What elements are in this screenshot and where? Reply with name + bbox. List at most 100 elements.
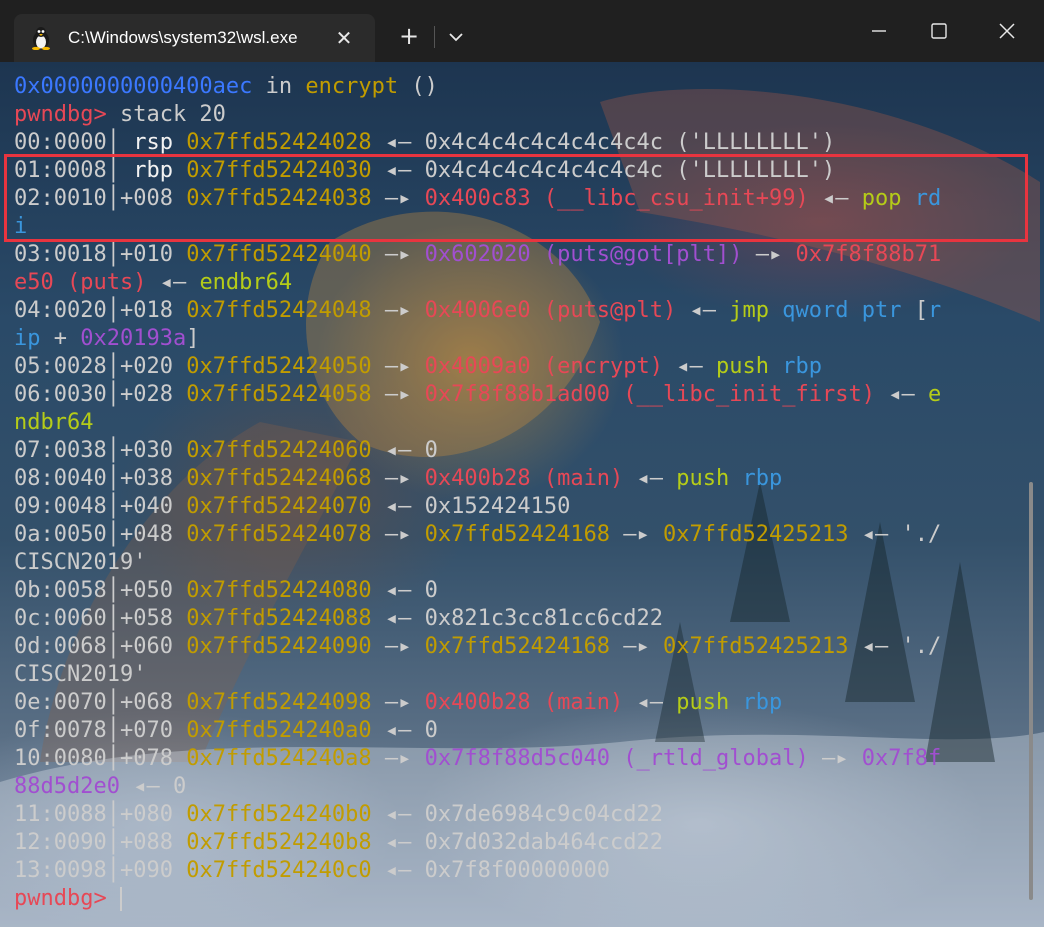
terminal-text-segment: │ [106,606,120,631]
terminal-text-segment: ip [14,326,41,351]
terminal-text-segment: stack 20 [106,102,226,127]
terminal-text-segment: │ [106,634,120,659]
terminal-text-segment: ◂— 0x7de6984c9c04cd22 [371,802,664,827]
terminal-content[interactable]: 0x0000000000400aec in encrypt () pwndbg> … [0,62,1044,927]
terminal-text-segment: 0x7ffd52424050 [186,354,372,379]
terminal-text-segment: —▸ [371,298,425,323]
terminal-text-segment: +058 [119,606,187,631]
terminal-line: 88d5d2e0 ◂— 0 [14,773,1014,801]
terminal-text-segment: ◂— 0 [119,774,187,799]
terminal-text-segment: 0f:0078 [14,718,107,743]
terminal-text-segment: —▸ [371,242,425,267]
terminal-text-segment: —▸ [371,382,425,407]
terminal-text-segment: 0x7ffd52424060 [186,438,372,463]
terminal-text-segment: 0c:0060 [14,606,107,631]
terminal-line: pwndbg> [14,885,1014,913]
terminal-text-segment: │ [106,298,120,323]
terminal-line: 03:0018│+010 0x7ffd52424040 —▸ 0x602020 … [14,241,1014,269]
terminal-text-segment: 0x7ffd52424078 [186,522,372,547]
terminal-text-segment: ndbr64 [14,410,94,435]
terminal-text-segment: pwndbg> [14,102,107,127]
terminal-text-segment: 0x400b28 (main) [424,466,624,491]
terminal-text-segment: +088 [119,830,187,855]
terminal-text-segment: 0x7ffd52424058 [186,382,372,407]
terminal-text-segment: +060 [119,634,187,659]
terminal-line: e50 (puts) ◂— endbr64 [14,269,1014,297]
terminal-text-segment: —▸ [371,746,425,771]
close-window-icon[interactable] [984,14,1030,48]
terminal-text-segment: │ [106,578,120,603]
terminal-text-segment: │ [106,466,120,491]
terminal-line: 04:0020│+018 0x7ffd52424048 —▸ 0x4006e0 … [14,297,1014,325]
terminal-text-segment: —▸ [371,634,425,659]
terminal-text-segment: +070 [119,718,187,743]
terminal-text-segment: 0x7ffd524240b8 [186,830,372,855]
minimize-icon[interactable] [856,14,902,48]
terminal-text-segment: 0x7ffd52424070 [186,494,372,519]
terminal-line: 13:0098│+090 0x7ffd524240c0 ◂— 0x7f8f000… [14,857,1014,885]
chevron-down-icon[interactable] [442,22,470,52]
terminal-text-segment: 0x7ffd52425213 [663,522,849,547]
terminal-text-segment: 0x7f8f [861,746,942,771]
terminal-line: 0b:0058│+050 0x7ffd52424080 ◂— 0 [14,577,1014,605]
terminal-line: ndbr64 [14,409,1014,437]
terminal-text-segment: 0x7ffd524240c0 [186,858,372,883]
terminal-text-segment: 0x7ffd52424068 [186,466,372,491]
terminal-text-segment: () [398,74,438,99]
scrollbar[interactable] [1029,482,1033,900]
terminal-text-segment: │ [106,522,120,547]
terminal-text-segment: rbp [742,466,783,491]
terminal-text-segment: 0a:0050 [14,522,107,547]
terminal-text-segment: │ [106,130,134,155]
terminal-text-segment: ◂— 0x4c4c4c4c4c4c4c4c ('LLLLLLLL') [371,130,836,155]
terminal-text-segment: 0x7ffd52424088 [186,606,372,631]
terminal-text-segment: ◂— [146,270,200,295]
terminal-text-segment: │ [106,858,120,883]
highlight-box [4,154,1028,242]
terminal-text-segment: ◂— 0 [371,718,438,743]
terminal-text-segment: jmp [729,298,783,323]
terminal-text-segment: │ [106,494,120,519]
terminal-text-segment: —▸ [371,690,425,715]
terminal-text-segment: rbp [742,690,783,715]
terminal-text-segment: +030 [119,438,187,463]
terminal-text-segment: —▸ [610,634,664,659]
maximize-icon[interactable] [916,14,962,48]
terminal-tab[interactable]: C:\Windows\system32\wsl.exe ✕ [14,14,375,62]
terminal-text-segment: 0x7ffd524240a0 [186,718,372,743]
terminal-line: 0a:0050│+048 0x7ffd52424078 —▸ 0x7ffd524… [14,521,1014,549]
terminal-line: 11:0088│+080 0x7ffd524240b0 ◂— 0x7de6984… [14,801,1014,829]
terminal-text-segment: 05:0028 [14,354,107,379]
terminal-text-segment: push [676,466,743,491]
terminal-text-segment: ◂— [676,298,730,323]
terminal-text-segment: +090 [119,858,187,883]
terminal-text-segment: ◂— 0 [371,438,438,463]
new-tab-button[interactable]: + [392,22,426,52]
terminal-text-segment: +018 [119,298,187,323]
terminal-text-segment: push [676,690,743,715]
terminal-text-segment: 08:0040 [14,466,107,491]
terminal-line: 0c:0060│+058 0x7ffd52424088 ◂— 0x821c3cc… [14,605,1014,633]
terminal-text-segment: —▸ [742,242,796,267]
terminal-text-segment: rsp [133,130,187,155]
terminal-text-segment: +078 [119,746,187,771]
terminal-text-segment: ◂— './ [848,522,942,547]
terminal-text-segment: r [927,298,942,323]
terminal-line: 12:0090│+088 0x7ffd524240b8 ◂— 0x7d032da… [14,829,1014,857]
terminal-text-segment: +080 [119,802,187,827]
terminal-text-segment: +028 [119,382,187,407]
terminal-line: 08:0040│+038 0x7ffd52424068 —▸ 0x400b28 … [14,465,1014,493]
terminal-line: 05:0028│+020 0x7ffd52424050 —▸ 0x4009a0 … [14,353,1014,381]
terminal-text-segment: ◂— 0x152424150 [371,494,571,519]
terminal-text-segment: +040 [119,494,187,519]
terminal-text-segment: 0x7ffd52424168 [424,522,611,547]
terminal-text-segment: ◂— 0x7f8f00000000 [371,858,611,883]
terminal-text-segment: 0x7ffd52424080 [186,578,372,603]
terminal-text-segment: 0x4006e0 (puts@plt) [424,298,677,323]
terminal-text-segment: 03:0018 [14,242,107,267]
tab-divider [434,26,435,48]
terminal-text-segment: 00:0000 [14,130,107,155]
close-tab-icon[interactable]: ✕ [330,24,358,52]
terminal-text-segment: —▸ [610,522,664,547]
terminal-line: 06:0030│+028 0x7ffd52424058 —▸ 0x7f8f88b… [14,381,1014,409]
